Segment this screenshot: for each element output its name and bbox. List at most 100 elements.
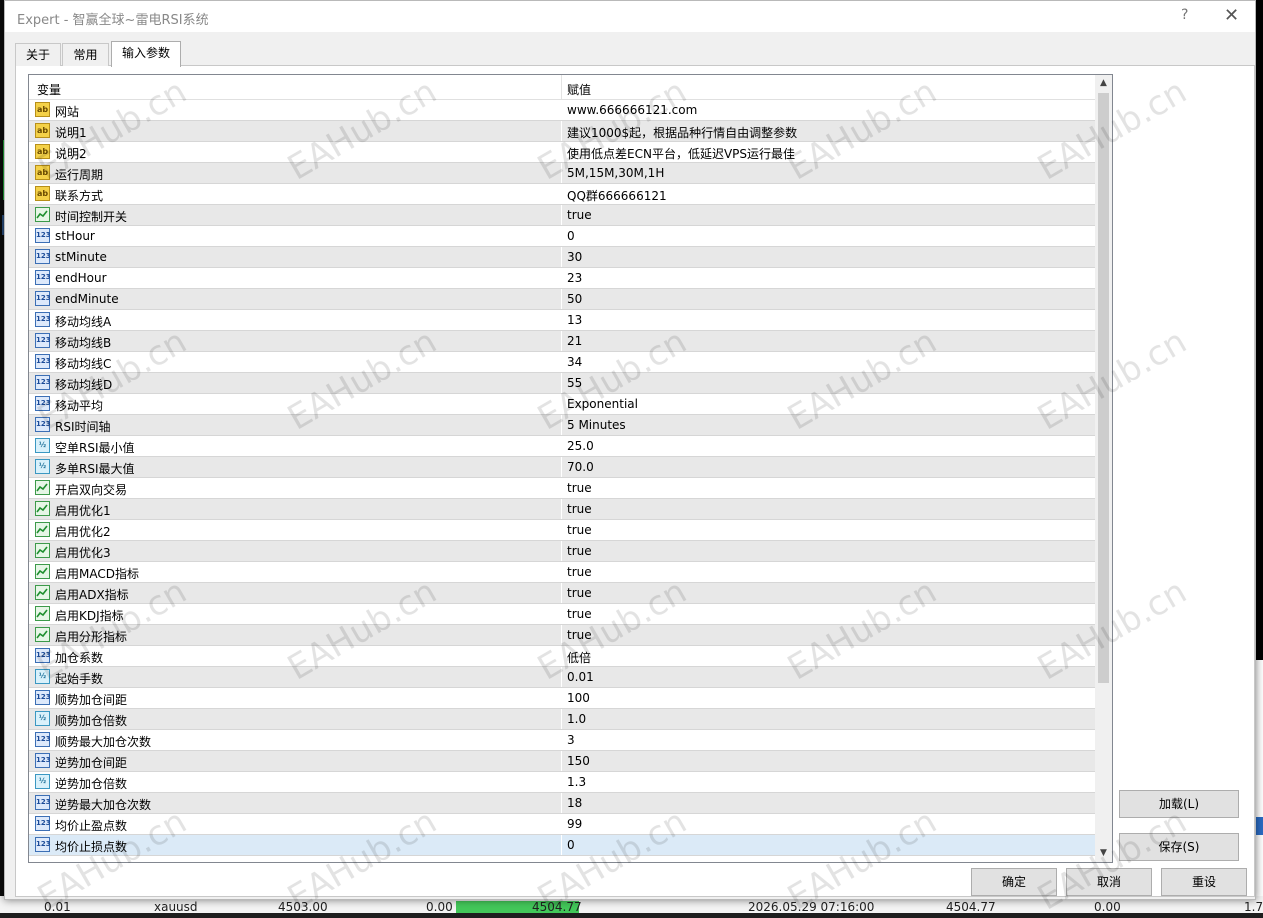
parameter-value[interactable]: 23 bbox=[567, 271, 582, 285]
parameter-value[interactable]: 18 bbox=[567, 796, 582, 810]
parameter-row[interactable]: 123 endHour 23 bbox=[29, 268, 1095, 289]
parameter-value[interactable]: 70.0 bbox=[567, 460, 594, 474]
parameter-value[interactable]: true bbox=[567, 208, 592, 222]
parameter-row[interactable]: 启用KDJ指标 true bbox=[29, 604, 1095, 625]
parameter-value[interactable]: 99 bbox=[567, 817, 582, 831]
vertical-scrollbar[interactable]: ▲ ▼ bbox=[1095, 75, 1112, 862]
parameter-row[interactable]: 开启双向交易 true bbox=[29, 478, 1095, 499]
parameter-value[interactable]: 25.0 bbox=[567, 439, 594, 453]
parameter-row[interactable]: 启用分形指标 true bbox=[29, 625, 1095, 646]
parameter-row[interactable]: ab 网站 www.666666121.com bbox=[29, 100, 1095, 121]
parameter-value[interactable]: 55 bbox=[567, 376, 582, 390]
int-type-icon: 123 bbox=[35, 249, 51, 264]
close-icon[interactable]: ✕ bbox=[1224, 5, 1239, 26]
parameter-row[interactable]: 123 均价止盈点数 99 bbox=[29, 814, 1095, 835]
parameter-value[interactable]: 30 bbox=[567, 250, 582, 264]
parameter-row[interactable]: 123 逆势加仓间距 150 bbox=[29, 751, 1095, 772]
cell-divider bbox=[561, 499, 562, 519]
scroll-thumb[interactable] bbox=[1098, 93, 1109, 683]
parameter-row[interactable]: ½ 起始手数 0.01 bbox=[29, 667, 1095, 688]
parameter-name: stHour bbox=[55, 229, 95, 243]
parameter-row[interactable]: 启用优化1 true bbox=[29, 499, 1095, 520]
parameter-value[interactable]: 建议1000$起，根据品种行情自由调整参数 bbox=[567, 124, 797, 141]
reset-button[interactable]: 重设 bbox=[1161, 868, 1247, 896]
parameter-value[interactable]: 0 bbox=[567, 229, 575, 243]
parameter-value[interactable]: true bbox=[567, 607, 592, 621]
parameter-value[interactable]: 21 bbox=[567, 334, 582, 348]
parameter-value[interactable]: QQ群666666121 bbox=[567, 187, 667, 204]
parameter-value[interactable]: 0.01 bbox=[567, 670, 594, 684]
parameter-value[interactable]: Exponential bbox=[567, 397, 638, 411]
parameter-row[interactable]: 123 RSI时间轴 5 Minutes bbox=[29, 415, 1095, 436]
parameter-value[interactable]: 5 Minutes bbox=[567, 418, 626, 432]
parameter-value[interactable]: true bbox=[567, 481, 592, 495]
parameter-row[interactable]: 123 移动平均 Exponential bbox=[29, 394, 1095, 415]
tab-inputs[interactable]: 输入参数 bbox=[111, 41, 181, 67]
parameter-row[interactable]: 123 stHour 0 bbox=[29, 226, 1095, 247]
parameter-row[interactable]: 123 移动均线A 13 bbox=[29, 310, 1095, 331]
parameter-row[interactable]: ½ 空单RSI最小值 25.0 bbox=[29, 436, 1095, 457]
parameter-row[interactable]: ½ 逆势加仓倍数 1.3 bbox=[29, 772, 1095, 793]
ab-type-icon: ab bbox=[35, 144, 50, 159]
parameter-row[interactable]: ab 说明1 建议1000$起，根据品种行情自由调整参数 bbox=[29, 121, 1095, 142]
parameter-row[interactable]: ½ 多单RSI最大值 70.0 bbox=[29, 457, 1095, 478]
parameter-value[interactable]: 使用低点差ECN平台，低延迟VPS运行最佳 bbox=[567, 145, 795, 162]
tab-common[interactable]: 常用 bbox=[62, 43, 109, 66]
parameter-row[interactable]: 启用优化2 true bbox=[29, 520, 1095, 541]
parameter-row[interactable]: 123 移动均线D 55 bbox=[29, 373, 1095, 394]
parameter-row[interactable]: 启用优化3 true bbox=[29, 541, 1095, 562]
parameter-value[interactable]: 150 bbox=[567, 754, 590, 768]
parameter-value[interactable]: 5M,15M,30M,1H bbox=[567, 166, 664, 180]
parameter-row[interactable]: 启用MACD指标 true bbox=[29, 562, 1095, 583]
parameter-name: endMinute bbox=[55, 292, 119, 306]
parameter-name: 说明1 bbox=[55, 126, 87, 140]
parameter-row[interactable]: 123 移动均线C 34 bbox=[29, 352, 1095, 373]
save-button[interactable]: 保存(S) bbox=[1119, 833, 1239, 861]
tab-about[interactable]: 关于 bbox=[15, 43, 61, 66]
parameter-row[interactable]: ab 联系方式 QQ群666666121 bbox=[29, 184, 1095, 205]
parameter-row[interactable]: 123 加仓系数 低倍 bbox=[29, 646, 1095, 667]
parameter-value[interactable]: 34 bbox=[567, 355, 582, 369]
int-type-icon: 123 bbox=[35, 753, 51, 768]
parameter-row[interactable]: 123 顺势加仓间距 100 bbox=[29, 688, 1095, 709]
parameter-row[interactable]: ab 说明2 使用低点差ECN平台，低延迟VPS运行最佳 bbox=[29, 142, 1095, 163]
parameter-row[interactable]: 123 endMinute 50 bbox=[29, 289, 1095, 310]
parameter-row[interactable]: 时间控制开关 true bbox=[29, 205, 1095, 226]
cancel-button[interactable]: 取消 bbox=[1066, 868, 1152, 896]
parameter-value[interactable]: 3 bbox=[567, 733, 575, 747]
parameter-name: 顺势加仓倍数 bbox=[55, 714, 128, 728]
parameter-value[interactable]: 1.0 bbox=[567, 712, 586, 726]
help-icon[interactable]: ? bbox=[1181, 7, 1188, 23]
ok-button[interactable]: 确定 bbox=[971, 868, 1057, 896]
cell-divider bbox=[561, 793, 562, 813]
parameter-row[interactable]: ½ 顺势加仓倍数 1.0 bbox=[29, 709, 1095, 730]
parameter-value[interactable]: 50 bbox=[567, 292, 582, 306]
load-button[interactable]: 加载(L) bbox=[1119, 790, 1239, 818]
parameter-row[interactable]: 123 移动均线B 21 bbox=[29, 331, 1095, 352]
parameter-value[interactable]: true bbox=[567, 565, 592, 579]
column-header-value[interactable]: 赋值 bbox=[567, 81, 591, 98]
parameter-value[interactable]: www.666666121.com bbox=[567, 103, 697, 117]
parameter-value[interactable]: 13 bbox=[567, 313, 582, 327]
column-header-variable[interactable]: 变量 bbox=[37, 81, 61, 98]
parameter-row[interactable]: 123 均价止损点数 0 bbox=[29, 835, 1095, 856]
parameter-row[interactable]: 启用ADX指标 true bbox=[29, 583, 1095, 604]
parameter-value[interactable]: true bbox=[567, 544, 592, 558]
parameter-value[interactable]: 100 bbox=[567, 691, 590, 705]
order-time: 2026.05.29 07:16:00 bbox=[748, 900, 875, 914]
parameter-value[interactable]: true bbox=[567, 586, 592, 600]
int-type-icon: 123 bbox=[35, 732, 51, 747]
scroll-down-icon[interactable]: ▼ bbox=[1095, 845, 1112, 862]
parameter-row[interactable]: 123 stMinute 30 bbox=[29, 247, 1095, 268]
scroll-up-icon[interactable]: ▲ bbox=[1095, 75, 1112, 92]
parameter-value[interactable]: true bbox=[567, 502, 592, 516]
column-divider[interactable] bbox=[561, 75, 562, 99]
parameter-value[interactable]: true bbox=[567, 523, 592, 537]
parameter-row[interactable]: 123 逆势最大加仓次数 18 bbox=[29, 793, 1095, 814]
parameter-value[interactable]: 0 bbox=[567, 838, 575, 852]
parameter-value[interactable]: 1.3 bbox=[567, 775, 586, 789]
parameter-value[interactable]: true bbox=[567, 628, 592, 642]
parameter-row[interactable]: 123 顺势最大加仓次数 3 bbox=[29, 730, 1095, 751]
parameter-value[interactable]: 低倍 bbox=[567, 649, 591, 666]
parameter-row[interactable]: ab 运行周期 5M,15M,30M,1H bbox=[29, 163, 1095, 184]
